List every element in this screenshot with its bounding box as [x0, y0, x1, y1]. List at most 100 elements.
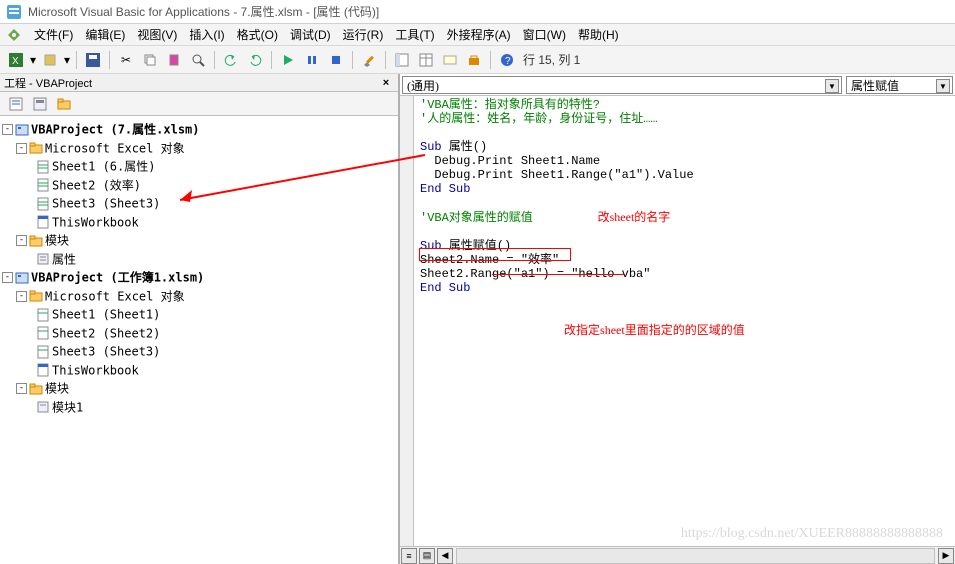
view-object-icon[interactable] [30, 94, 50, 114]
save-icon[interactable] [83, 50, 103, 70]
project-icon [15, 271, 29, 285]
pause-icon[interactable] [302, 50, 322, 70]
expand-icon[interactable]: - [16, 143, 27, 154]
expand-icon[interactable]: - [16, 235, 27, 246]
full-view-icon[interactable]: ▤ [419, 548, 435, 564]
sheet2-node[interactable]: Sheet2 (效率) [52, 178, 141, 192]
stop-icon[interactable] [326, 50, 346, 70]
folder-icon [29, 141, 43, 155]
folder-icon [29, 289, 43, 303]
scroll-right-icon[interactable]: ▶ [938, 548, 954, 564]
code-gutter [400, 96, 414, 546]
code-panel: (通用) ▼ 属性赋值 ▼ 'VBA属性：指对象所具有的特性? '人的属性：姓名… [400, 74, 955, 564]
menu-debug[interactable]: 调试(D) [284, 24, 337, 45]
panel-title-label: 工程 - VBAProject [4, 75, 92, 91]
excel-objects-folder[interactable]: Microsoft Excel 对象 [45, 141, 185, 155]
horizontal-scrollbar[interactable]: ≡ ▤ ◀ ▶ [400, 546, 955, 564]
sheet1-node[interactable]: Sheet1 (Sheet1) [52, 308, 160, 322]
svg-text:?: ? [505, 56, 511, 67]
undo-icon[interactable] [221, 50, 241, 70]
menu-addins[interactable]: 外接程序(A) [441, 24, 517, 45]
expand-icon[interactable]: - [16, 383, 27, 394]
chevron-down-icon[interactable]: ▼ [936, 79, 950, 93]
project-explorer-icon[interactable] [392, 50, 412, 70]
project-node[interactable]: VBAProject (7.属性.xlsm) [31, 123, 200, 137]
toolbar: X ▾ ▾ ✂ ? 行 15, 列 1 [0, 46, 955, 74]
code-comment: 'VBA属性：指对象所具有的特性? [420, 98, 600, 112]
menu-window[interactable]: 窗口(W) [517, 24, 572, 45]
close-panel-button[interactable]: × [378, 75, 394, 91]
code-keyword: End Sub [420, 281, 470, 295]
run-icon[interactable] [278, 50, 298, 70]
procedure-dropdown[interactable]: 属性赋值 ▼ [846, 76, 953, 94]
toolbox-icon[interactable] [464, 50, 484, 70]
sheet-icon [36, 178, 50, 192]
properties-icon[interactable] [416, 50, 436, 70]
menu-edit[interactable]: 编辑(E) [79, 24, 131, 45]
folder-icon[interactable] [54, 94, 74, 114]
module-node[interactable]: 模块1 [52, 400, 83, 414]
expand-icon[interactable]: - [2, 272, 13, 283]
project-tree[interactable]: -VBAProject (7.属性.xlsm) -Microsoft Excel… [0, 116, 398, 564]
expand-icon[interactable]: - [2, 124, 13, 135]
procedure-dropdown-value: 属性赋值 [851, 77, 899, 94]
project-explorer-panel: 工程 - VBAProject × -VBAProject (7.属性.xlsm… [0, 74, 400, 564]
sheet-icon [36, 345, 50, 359]
sheet1-node[interactable]: Sheet1 (6.属性) [52, 160, 155, 174]
sheet3-node[interactable]: Sheet3 (Sheet3) [52, 197, 160, 211]
object-dropdown[interactable]: (通用) ▼ [402, 76, 842, 94]
excel-icon[interactable]: X [6, 50, 26, 70]
proc-view-icon[interactable]: ≡ [401, 548, 417, 564]
find-icon[interactable] [188, 50, 208, 70]
modules-folder[interactable]: 模块 [45, 382, 69, 396]
project-node[interactable]: VBAProject (工作簿1.xlsm) [31, 271, 204, 285]
sheet2-node[interactable]: Sheet2 (Sheet2) [52, 326, 160, 340]
project-icon [15, 123, 29, 137]
redo-icon[interactable] [245, 50, 265, 70]
copy-icon[interactable] [140, 50, 160, 70]
menu-file[interactable]: 文件(F) [28, 24, 79, 45]
sheet3-node[interactable]: Sheet3 (Sheet3) [52, 345, 160, 359]
panel-toolbar [0, 92, 398, 116]
excel-objects-folder[interactable]: Microsoft Excel 对象 [45, 289, 185, 303]
modules-folder[interactable]: 模块 [45, 234, 69, 248]
workbook-icon [36, 215, 50, 229]
menu-help[interactable]: 帮助(H) [572, 24, 625, 45]
code-editor[interactable]: 'VBA属性：指对象所具有的特性? '人的属性：姓名，年龄，身份证号，住址…… … [414, 96, 955, 546]
paste-icon[interactable] [164, 50, 184, 70]
cut-icon[interactable]: ✂ [116, 50, 136, 70]
code-keyword: End Sub [420, 182, 470, 196]
chevron-down-icon[interactable]: ▼ [825, 79, 839, 93]
expand-icon[interactable]: - [16, 291, 27, 302]
view-code-icon[interactable] [6, 94, 26, 114]
annotation-text: 改指定sheet里面指定的的区域的值 [564, 323, 745, 337]
titlebar: Microsoft Visual Basic for Applications … [0, 0, 955, 24]
module-node[interactable]: 属性 [52, 252, 76, 266]
dropdown-icon[interactable]: ▾ [62, 50, 72, 70]
menu-format[interactable]: 格式(O) [231, 24, 284, 45]
thisworkbook-node[interactable]: ThisWorkbook [52, 215, 139, 229]
workbook-icon [36, 363, 50, 377]
menu-tools[interactable]: 工具(T) [389, 24, 440, 45]
code-header: (通用) ▼ 属性赋值 ▼ [400, 74, 955, 96]
design-icon[interactable] [359, 50, 379, 70]
svg-text:X: X [12, 56, 19, 67]
module-icon [36, 400, 50, 414]
insert-icon[interactable] [40, 50, 60, 70]
annotation-text: 改sheet的名字 [598, 210, 671, 224]
module-icon [36, 252, 50, 266]
object-dropdown-value: (通用) [407, 77, 439, 94]
vba-logo-icon [6, 27, 22, 43]
dropdown-icon[interactable]: ▾ [28, 50, 38, 70]
scroll-left-icon[interactable]: ◀ [437, 548, 453, 564]
scrollbar-track[interactable] [456, 548, 935, 564]
code-line: Debug.Print Sheet1.Name [427, 154, 600, 168]
help-icon[interactable]: ? [497, 50, 517, 70]
app-icon [6, 4, 22, 20]
folder-icon [29, 382, 43, 396]
menu-run[interactable]: 运行(R) [337, 24, 390, 45]
menu-insert[interactable]: 插入(I) [183, 24, 230, 45]
thisworkbook-node[interactable]: ThisWorkbook [52, 363, 139, 377]
object-browser-icon[interactable] [440, 50, 460, 70]
menu-view[interactable]: 视图(V) [131, 24, 183, 45]
